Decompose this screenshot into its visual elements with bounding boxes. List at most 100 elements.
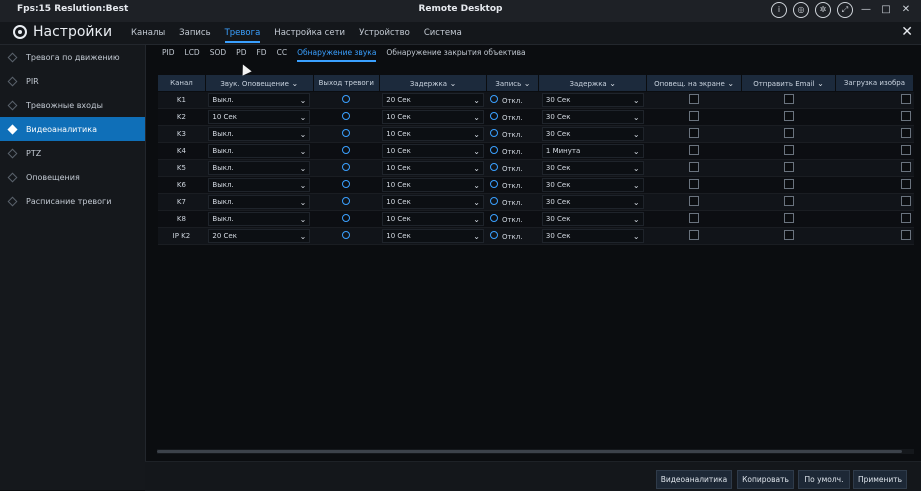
send-email-checkbox[interactable]: [783, 230, 794, 240]
info-icon[interactable]: i: [771, 2, 787, 18]
column-header[interactable]: Задержка ⌄: [378, 74, 488, 92]
nav-tab[interactable]: Запись: [179, 28, 210, 43]
gear-icon[interactable]: ✲: [815, 2, 831, 18]
sidebar-item[interactable]: Тревожные входы: [0, 93, 145, 117]
nav-tab[interactable]: Тревога: [224, 28, 261, 43]
delay-select[interactable]: 20 Сек ⌄: [382, 93, 484, 107]
record-delay-select[interactable]: 30 Сек ⌄: [541, 212, 644, 226]
upload-image-checkbox[interactable]: [900, 128, 911, 138]
sound-alert-select[interactable]: Выкл. ⌄: [208, 178, 311, 192]
send-email-checkbox[interactable]: [783, 213, 794, 223]
send-email-checkbox[interactable]: [783, 145, 794, 155]
on-screen-alert-checkbox[interactable]: [689, 196, 700, 206]
upload-image-checkbox[interactable]: [900, 213, 911, 223]
copy-button[interactable]: Копировать: [737, 470, 794, 489]
record-settings-icon[interactable]: [489, 231, 498, 239]
delay-select[interactable]: 10 Сек ⌄: [382, 178, 484, 192]
record-settings-icon[interactable]: [489, 112, 498, 120]
alarm-out-settings-icon[interactable]: [342, 197, 351, 205]
send-email-checkbox[interactable]: [783, 179, 794, 189]
sound-alert-select[interactable]: Выкл. ⌄: [208, 212, 311, 226]
delay-select[interactable]: 10 Сек ⌄: [382, 212, 484, 226]
send-email-checkbox[interactable]: [783, 128, 794, 138]
record-settings-icon[interactable]: [489, 180, 498, 188]
alarm-out-settings-icon[interactable]: [342, 214, 351, 222]
record-settings-icon[interactable]: [489, 214, 498, 222]
upload-image-checkbox[interactable]: [900, 179, 911, 189]
minimize-button[interactable]: —: [859, 2, 873, 18]
nav-tab[interactable]: Система: [424, 28, 462, 43]
alarm-out-settings-icon[interactable]: [342, 112, 351, 120]
record-settings-icon[interactable]: [489, 146, 498, 154]
scrollbar-thumb[interactable]: [157, 450, 902, 453]
upload-image-checkbox[interactable]: [900, 94, 911, 104]
alarm-out-settings-icon[interactable]: [342, 231, 351, 239]
sidebar-item[interactable]: Тревога по движению: [0, 45, 145, 69]
alarm-out-settings-icon[interactable]: [342, 180, 351, 188]
record-delay-select[interactable]: 30 Сек ⌄: [541, 195, 644, 209]
record-delay-select[interactable]: 30 Сек ⌄: [541, 110, 644, 124]
send-email-checkbox[interactable]: [783, 196, 794, 206]
record-delay-select[interactable]: 30 Сек ⌄: [541, 127, 644, 141]
upload-image-checkbox[interactable]: [900, 111, 911, 121]
send-email-checkbox[interactable]: [783, 111, 794, 121]
on-screen-alert-checkbox[interactable]: [689, 94, 700, 104]
delay-select[interactable]: 10 Сек ⌄: [382, 110, 484, 124]
delay-select[interactable]: 10 Сек ⌄: [382, 161, 484, 175]
column-header[interactable]: Запись ⌄: [486, 74, 540, 92]
column-header[interactable]: Задержка ⌄: [538, 74, 648, 92]
close-settings-button[interactable]: ✕: [901, 24, 913, 40]
column-header[interactable]: Отправить Email ⌄: [741, 74, 836, 92]
sidebar-item[interactable]: PIR: [0, 69, 145, 93]
sound-alert-select[interactable]: Выкл. ⌄: [208, 161, 311, 175]
record-delay-select[interactable]: 30 Сек ⌄: [541, 93, 644, 107]
sound-alert-select[interactable]: Выкл. ⌄: [208, 127, 311, 141]
upload-image-checkbox[interactable]: [900, 230, 911, 240]
on-screen-alert-checkbox[interactable]: [689, 162, 700, 172]
sub-tab[interactable]: CC: [277, 48, 287, 62]
sidebar-item[interactable]: Видеоаналитика: [0, 117, 145, 141]
record-delay-select[interactable]: 30 Сек ⌄: [541, 229, 644, 243]
sub-tab[interactable]: FD: [256, 48, 266, 62]
nav-tab[interactable]: Каналы: [131, 28, 165, 43]
on-screen-alert-checkbox[interactable]: [689, 230, 700, 240]
on-screen-alert-checkbox[interactable]: [689, 213, 700, 223]
sound-alert-select[interactable]: Выкл. ⌄: [208, 195, 311, 209]
delay-select[interactable]: 10 Сек ⌄: [382, 144, 484, 158]
sound-alert-select[interactable]: Выкл. ⌄: [208, 144, 311, 158]
upload-image-checkbox[interactable]: [900, 162, 911, 172]
apply-button[interactable]: Применить: [853, 470, 907, 489]
delay-select[interactable]: 10 Сек ⌄: [382, 127, 484, 141]
sub-tab[interactable]: SOD: [210, 48, 226, 62]
sound-alert-select[interactable]: 20 Сек ⌄: [208, 229, 311, 243]
sub-tab[interactable]: Обнаружение звука: [297, 48, 377, 62]
on-screen-alert-checkbox[interactable]: [689, 128, 700, 138]
record-delay-select[interactable]: 30 Сек ⌄: [541, 161, 644, 175]
nav-tab[interactable]: Настройка сети: [274, 28, 345, 43]
on-screen-alert-checkbox[interactable]: [689, 111, 700, 121]
delay-select[interactable]: 10 Сек ⌄: [382, 229, 484, 243]
record-settings-icon[interactable]: [489, 163, 498, 171]
alarm-out-settings-icon[interactable]: [342, 95, 351, 103]
sound-alert-select[interactable]: Выкл. ⌄: [208, 93, 311, 107]
default-button[interactable]: По умолч.: [798, 470, 850, 489]
record-delay-select[interactable]: 1 Минута ⌄: [541, 144, 644, 158]
column-header[interactable]: Звук. Оповещение ⌄: [204, 74, 314, 92]
fullscreen-icon[interactable]: ⤢: [837, 2, 853, 18]
column-header[interactable]: Оповещ. на экране ⌄: [646, 74, 743, 92]
sub-tab[interactable]: PD: [236, 48, 246, 62]
record-icon[interactable]: ◎: [793, 2, 809, 18]
send-email-checkbox[interactable]: [783, 162, 794, 172]
sub-tab[interactable]: LCD: [185, 48, 200, 62]
alarm-out-settings-icon[interactable]: [342, 163, 351, 171]
video-analytics-button[interactable]: Видеоаналитика: [656, 470, 732, 489]
horizontal-scrollbar[interactable]: [157, 449, 914, 454]
delay-select[interactable]: 10 Сек ⌄: [382, 195, 484, 209]
record-settings-icon[interactable]: [489, 95, 498, 103]
alarm-out-settings-icon[interactable]: [342, 129, 351, 137]
record-settings-icon[interactable]: [489, 197, 498, 205]
record-delay-select[interactable]: 30 Сек ⌄: [541, 178, 644, 192]
sidebar-item[interactable]: Расписание тревоги: [0, 189, 145, 213]
upload-image-checkbox[interactable]: [900, 196, 911, 206]
nav-tab[interactable]: Устройство: [359, 28, 410, 43]
